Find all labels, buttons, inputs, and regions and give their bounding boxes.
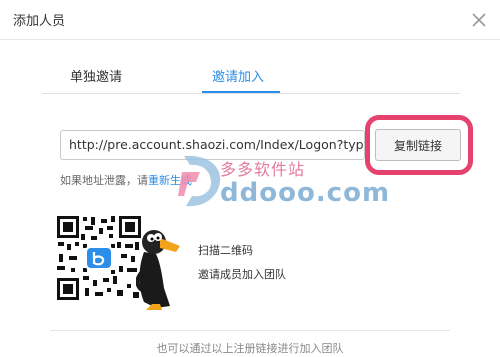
active-tab-indicator	[202, 91, 280, 93]
dialog-header: 添加人员	[0, 0, 500, 40]
watermark-logo-icon	[178, 155, 221, 207]
watermark-en-text: ddooo.com	[220, 178, 391, 208]
scan-qr-text: 扫描二维码	[198, 244, 253, 257]
tab-invite-join[interactable]: 邀请加入	[212, 66, 264, 85]
tab-individual-invite[interactable]: 单独邀请	[70, 66, 122, 85]
duck-mascot-icon	[136, 230, 180, 310]
footer-divider	[50, 330, 450, 331]
watermark-cn-text: 多多软件站	[220, 160, 306, 179]
add-member-dialog: 添加人员 单独邀请 邀请加入 http://pre.account.shaozi…	[0, 0, 500, 357]
regenerate-hint-text: 如果地址泄露，请	[60, 174, 148, 187]
qr-code	[55, 214, 143, 302]
dialog-title: 添加人员	[13, 14, 66, 29]
copy-link-button[interactable]: 复制链接	[375, 129, 461, 161]
close-icon[interactable]	[468, 9, 490, 31]
footer-note: 也可以通过以上注册链接进行加入团队	[156, 342, 344, 355]
watermark: 多多软件站 ddooo.com	[178, 152, 389, 212]
invite-tabs: 单独邀请 邀请加入	[42, 58, 460, 94]
regenerate-hint: 如果地址泄露，请重新生成	[60, 172, 192, 188]
invite-members-text: 邀请成员加入团队	[198, 268, 286, 281]
